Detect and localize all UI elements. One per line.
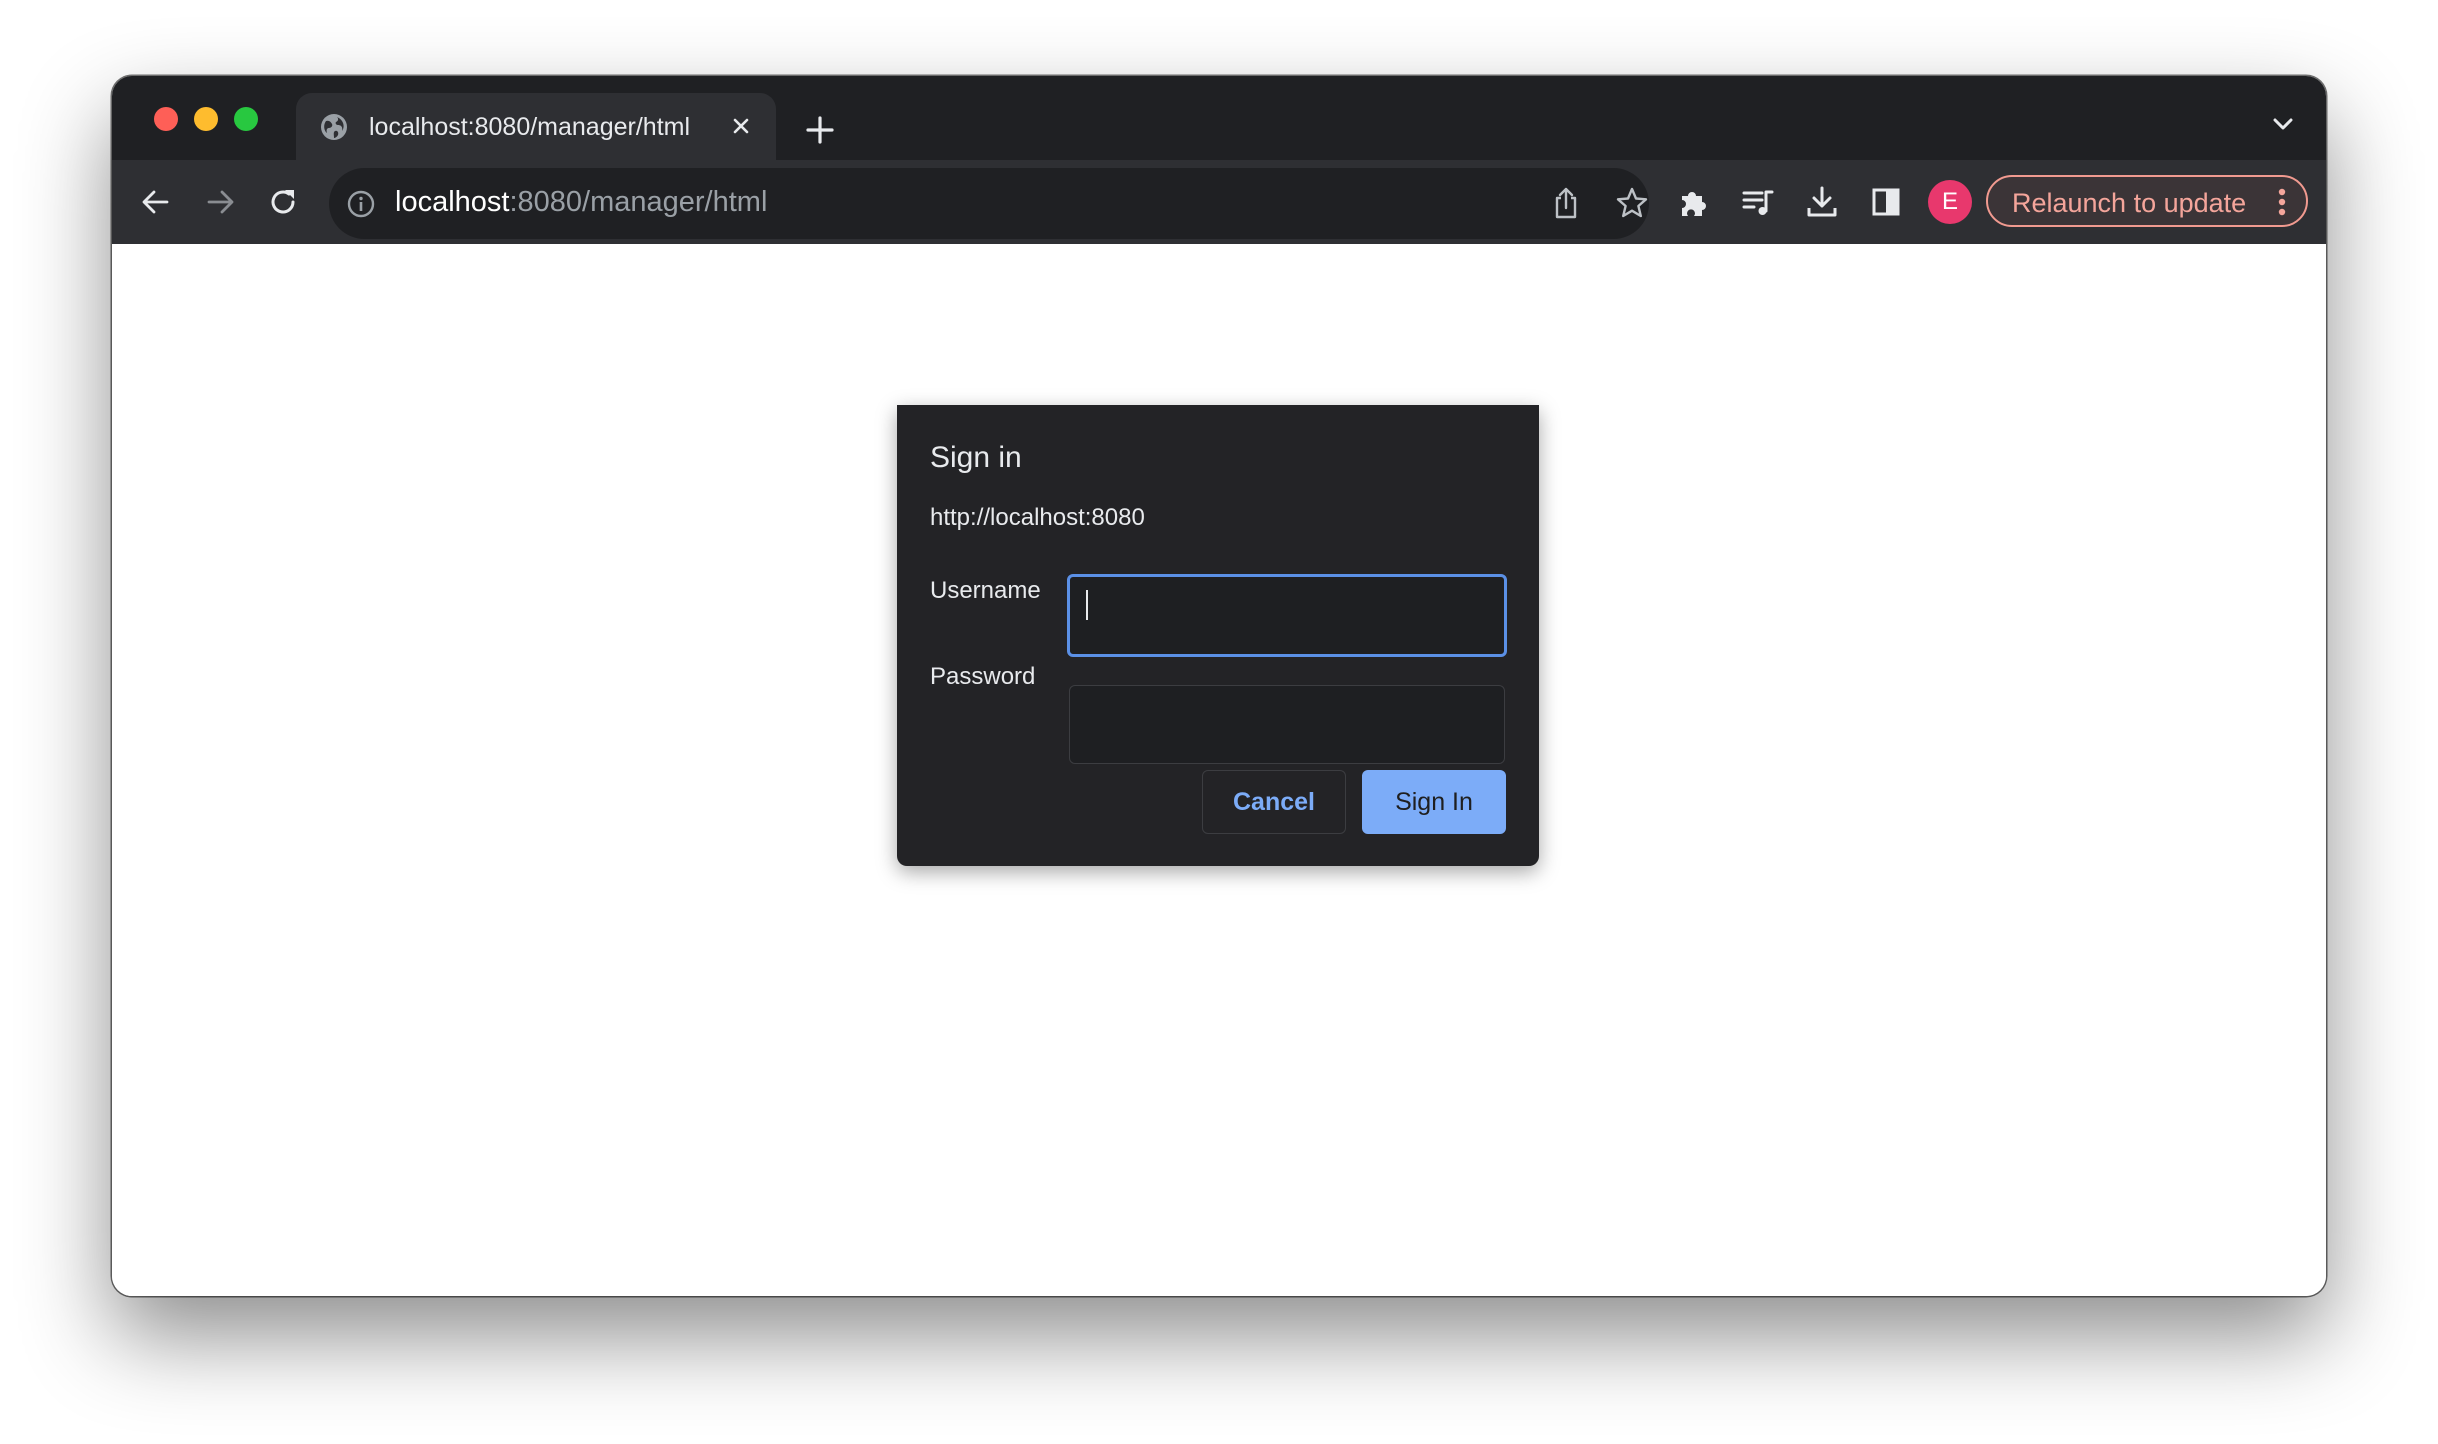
password-label: Password xyxy=(930,663,1036,690)
download-icon[interactable] xyxy=(1804,184,1840,220)
globe-icon xyxy=(321,114,347,140)
sign-in-button[interactable]: Sign In xyxy=(1362,770,1506,834)
arrow-left-icon[interactable] xyxy=(138,184,174,220)
cancel-button[interactable]: Cancel xyxy=(1202,770,1346,834)
media-queue-icon[interactable] xyxy=(1740,184,1776,220)
page-content: Sign in http://localhost:8080 Username P… xyxy=(112,244,2326,1296)
url-text[interactable]: localhost:8080/manager/html xyxy=(395,186,767,219)
close-window-button[interactable] xyxy=(154,107,178,131)
browser-window: localhost:8080/manager/html localhost:80… xyxy=(112,76,2326,1296)
tab-title: localhost:8080/manager/html xyxy=(369,113,691,141)
zoom-window-button[interactable] xyxy=(234,107,258,131)
url-path: :8080/manager/html xyxy=(509,186,768,218)
url-host: localhost xyxy=(395,186,510,218)
reload-icon[interactable] xyxy=(265,184,301,220)
username-label: Username xyxy=(930,577,1041,604)
star-icon[interactable] xyxy=(1615,186,1649,220)
share-icon[interactable] xyxy=(1551,186,1581,220)
chevron-down-icon[interactable] xyxy=(2270,114,2296,134)
relaunch-to-update-button[interactable]: Relaunch to update xyxy=(1986,175,2308,227)
relaunch-label: Relaunch to update xyxy=(2012,188,2247,218)
tab-strip: localhost:8080/manager/html xyxy=(112,76,2326,163)
dialog-title: Sign in xyxy=(930,441,1022,474)
side-panel-icon[interactable] xyxy=(1868,184,1904,220)
kebab-menu-icon[interactable] xyxy=(2278,188,2286,216)
info-icon[interactable] xyxy=(347,190,375,218)
dialog-origin: http://localhost:8080 xyxy=(930,504,1145,531)
sign-in-dialog: Sign in http://localhost:8080 Username P… xyxy=(897,405,1539,866)
password-input[interactable] xyxy=(1069,685,1505,764)
plus-icon[interactable] xyxy=(802,112,838,148)
tab-active[interactable]: localhost:8080/manager/html xyxy=(296,93,776,163)
close-icon[interactable] xyxy=(726,111,756,141)
minimize-window-button[interactable] xyxy=(194,107,218,131)
username-input[interactable] xyxy=(1067,574,1507,657)
profile-avatar[interactable]: E xyxy=(1928,180,1972,224)
address-bar[interactable]: localhost:8080/manager/html xyxy=(329,168,1649,239)
puzzle-icon[interactable] xyxy=(1676,184,1712,220)
text-caret xyxy=(1086,590,1088,620)
arrow-right-icon[interactable] xyxy=(202,184,238,220)
